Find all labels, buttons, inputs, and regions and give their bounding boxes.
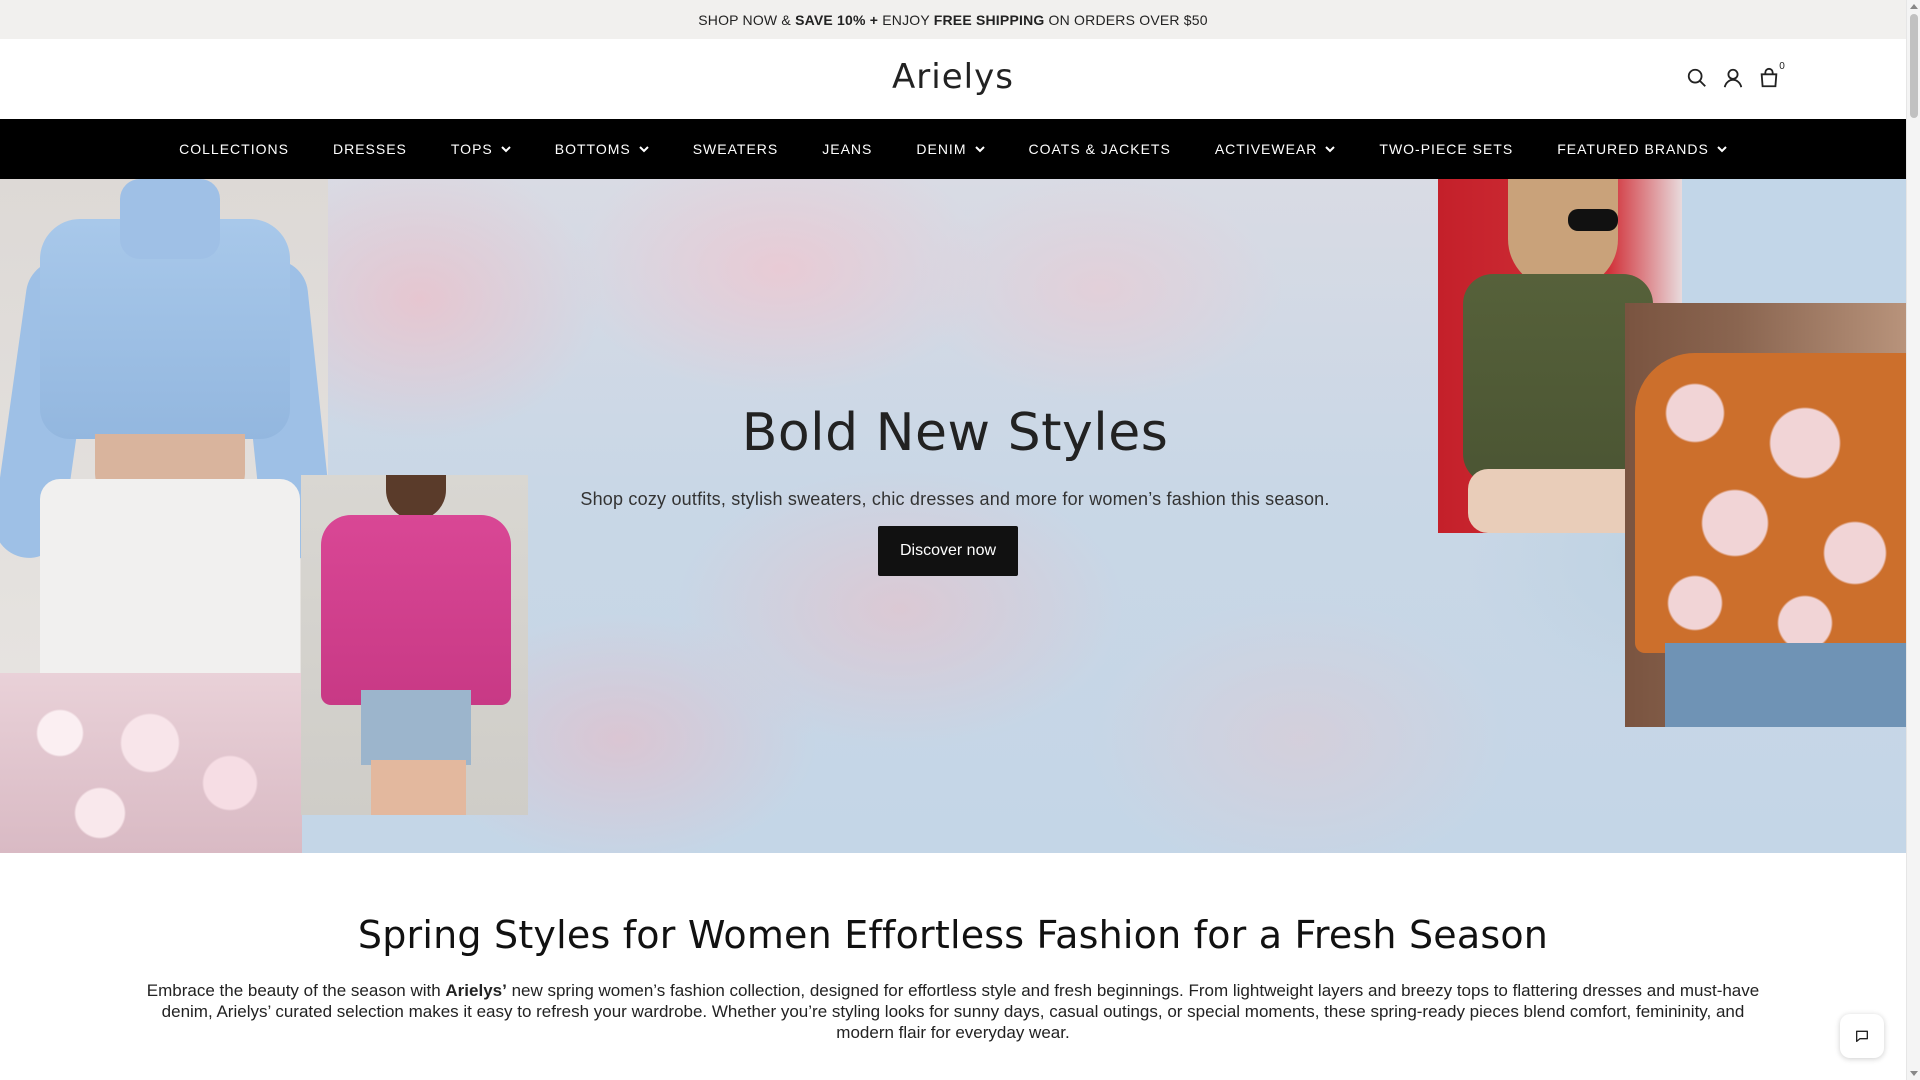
scroll-thumb[interactable]: [1910, 14, 1918, 118]
nav-item-activewear[interactable]: ACTIVEWEAR: [1193, 141, 1358, 157]
header-icons: 0: [1686, 61, 1788, 89]
hero-image-blossoms: [0, 673, 302, 853]
main-nav: COLLECTIONS DRESSES TOPS BOTTOMS SWEATER…: [0, 119, 1906, 179]
announcement-text-2: ENJOY: [878, 11, 934, 28]
hero-image-sky-block: [1682, 179, 1906, 303]
announcement-discount: SAVE 10% +: [795, 11, 879, 28]
nav-label: SWEATERS: [692, 141, 779, 157]
search-icon[interactable]: [1686, 67, 1708, 89]
chat-widget-button[interactable]: [1840, 1014, 1884, 1058]
section-title: Spring Styles for Women Effortless Fashi…: [357, 913, 1549, 957]
chevron-down-icon: [974, 145, 985, 152]
nav-label: TOPS: [450, 141, 493, 157]
discover-now-button[interactable]: Discover now: [878, 526, 1018, 576]
hero-image-floral-top: [1625, 303, 1906, 727]
nav-item-two-piece-sets[interactable]: TWO-PIECE SETS: [1357, 141, 1535, 157]
section-body-intro: Embrace the beauty of the season with: [146, 981, 446, 1000]
nav-label: COLLECTIONS: [179, 141, 289, 157]
nav-item-bottoms[interactable]: BOTTOMS: [533, 141, 671, 157]
announcement-text-1: SHOP NOW &: [698, 11, 796, 28]
section-body-brand: Arielys’: [445, 981, 507, 1000]
cart-icon[interactable]: 0: [1758, 61, 1788, 89]
nav-item-tops[interactable]: TOPS: [429, 141, 533, 157]
section-body: Embrace the beauty of the season with Ar…: [136, 980, 1770, 1043]
account-icon[interactable]: [1722, 67, 1744, 89]
nav-item-denim[interactable]: DENIM: [894, 141, 1006, 157]
page-scrollbar[interactable]: [1906, 0, 1920, 1080]
nav-label: ACTIVEWEAR: [1214, 141, 1318, 157]
nav-label: BOTTOMS: [554, 141, 631, 157]
cart-count-badge: 0: [1776, 61, 1788, 73]
nav-item-dresses[interactable]: DRESSES: [311, 141, 429, 157]
nav-label: COATS & JACKETS: [1028, 141, 1171, 157]
nav-label: FEATURED BRANDS: [1557, 141, 1709, 157]
logo[interactable]: Arielys: [0, 57, 1906, 97]
hero-title: Bold New Styles: [741, 403, 1169, 463]
chevron-down-icon: [1717, 145, 1727, 152]
chevron-down-icon: [1325, 145, 1336, 152]
nav-item-jeans[interactable]: JEANS: [800, 141, 894, 157]
nav-label: TWO-PIECE SETS: [1379, 141, 1514, 157]
nav-item-sweaters[interactable]: SWEATERS: [671, 141, 801, 157]
scroll-down-arrow-icon[interactable]: [1910, 1071, 1918, 1076]
hero-subtitle: Shop cozy outfits, stylish sweaters, chi…: [580, 489, 1330, 509]
nav-item-featured-brands[interactable]: FEATURED BRANDS: [1535, 141, 1749, 157]
hero-image-blue-sweater: [0, 179, 328, 673]
chat-icon: [1856, 1030, 1868, 1042]
hero-image-pink-top: [301, 475, 528, 815]
nav-item-coats-jackets[interactable]: COATS & JACKETS: [1007, 141, 1193, 157]
hero-banner: Bold New Styles Shop cozy outfits, styli…: [0, 179, 1906, 853]
nav-label: JEANS: [822, 141, 873, 157]
nav-label: DENIM: [916, 141, 967, 157]
chevron-down-icon: [501, 145, 511, 152]
announcement-free-shipping: FREE SHIPPING: [933, 11, 1045, 28]
site-header: Arielys 0: [0, 39, 1906, 119]
chevron-down-icon: [639, 145, 649, 152]
scroll-up-arrow-icon[interactable]: [1910, 4, 1918, 9]
nav-label: DRESSES: [332, 141, 407, 157]
announcement-text-3: ON ORDERS OVER $50: [1044, 11, 1208, 28]
announcement-bar: SHOP NOW & SAVE 10% + ENJOY FREE SHIPPIN…: [0, 0, 1906, 39]
nav-item-collections[interactable]: COLLECTIONS: [157, 141, 311, 157]
